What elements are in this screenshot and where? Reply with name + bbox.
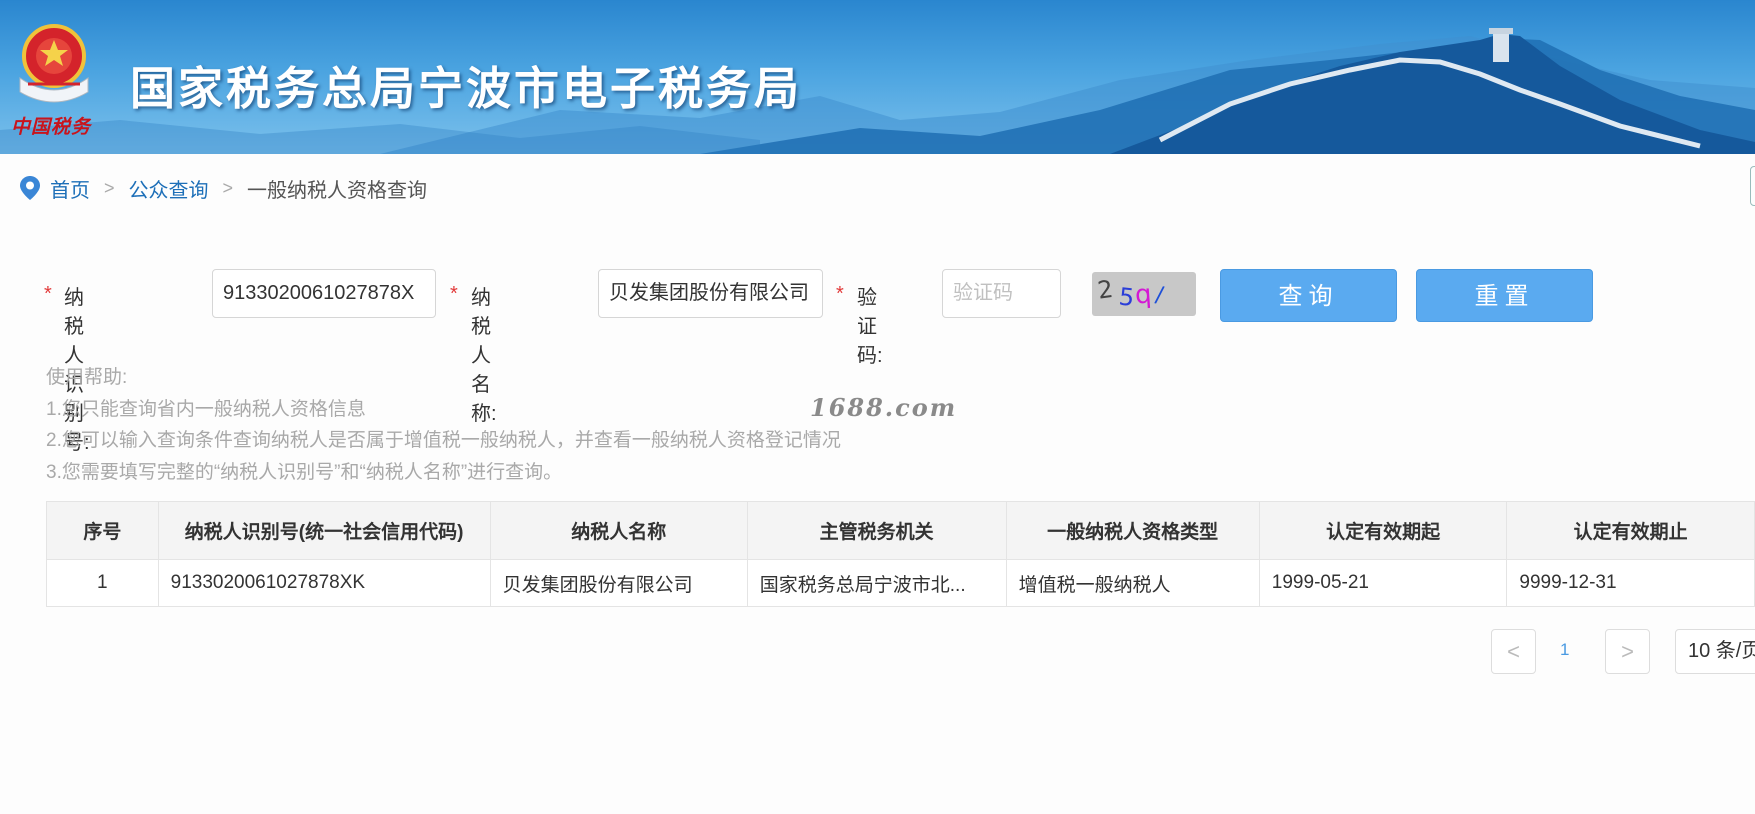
breadcrumb-home-link[interactable]: 首页 [50,174,90,203]
tax-logo-text: 中国税务 [11,116,92,138]
breadcrumb-separator: > [104,177,115,198]
help-line: 1.您只能查询省内一般纳税人资格信息 [46,398,366,420]
taxpayer-name-input[interactable]: 贝发集团股份有限公司 [598,269,823,318]
page-size-select[interactable]: 10 条/页 [1675,629,1755,674]
column-header: 纳税人识别号(统一社会信用代码) [157,501,491,560]
required-mark: * [44,283,52,305]
svg-text:q: q [1134,279,1153,310]
help-line: 2.您可以输入查询条件查询纳税人是否属于增值税一般纳税人，并查看一般纳税人资格登… [46,430,841,451]
cell-index: 1 [46,559,159,607]
svg-text:/: / [1154,282,1166,308]
captcha-placeholder: 验证码 [953,282,1013,304]
cell-valid-from: 1999-05-21 [1258,559,1508,607]
help-line: 3.您需要填写完整的“纳税人识别号”和“纳税人名称”进行查询。 [46,461,563,483]
taxpayer-id-value: 9133020061027878X [223,282,415,304]
required-mark: * [450,283,458,305]
captcha-input[interactable]: 验证码 [942,269,1061,318]
taxpayer-id-input[interactable]: 9133020061027878X [212,269,436,318]
captcha-glyphs: 2 5 q / [1096,275,1166,312]
captcha-image[interactable]: 2 5 q / [1092,272,1196,316]
breadcrumb-public-query-link[interactable]: 公众查询 [129,174,209,203]
help-title: 使用帮助: [46,367,128,388]
page-number-current[interactable]: 1 [1560,640,1569,660]
column-header: 一般纳税人资格类型 [1005,501,1260,560]
cell-qualification-type: 增值税一般纳税人 [1005,559,1260,607]
cell-taxpayer-id: 9133020061027878XK [157,559,491,607]
breadcrumb-current: 一般纳税人资格查询 [247,179,428,202]
results-table: 序号 纳税人识别号(统一社会信用代码) 纳税人名称 主管税务机关 一般纳税人资格… [46,501,1755,607]
cell-tax-authority: 国家税务总局宁波市北... [746,559,1007,607]
cell-valid-to: 9999-12-31 [1506,559,1755,607]
edge-control[interactable] [1750,166,1755,206]
prev-page-button[interactable]: < [1491,629,1536,674]
table-row[interactable]: 1 9133020061027878XK 贝发集团股份有限公司 国家税务总局宁波… [46,559,1755,607]
column-header: 序号 [46,501,159,560]
location-pin-icon [20,176,40,200]
taxpayer-name-value: 贝发集团股份有限公司 [609,282,809,304]
page-size-value: 10 条/页 [1688,640,1755,662]
svg-text:2: 2 [1096,275,1115,305]
required-mark: * [836,283,844,305]
column-header: 主管税务机关 [746,501,1007,560]
breadcrumb-separator: > [222,177,234,198]
site-title: 国家税务总局宁波市电子税务局 [130,62,803,115]
usage-help: 使用帮助: 1.您只能查询省内一般纳税人资格信息 2.您可以输入查询条件查询纳税… [46,362,841,488]
table-header-row: 序号 纳税人识别号(统一社会信用代码) 纳税人名称 主管税务机关 一般纳税人资格… [46,501,1755,560]
query-button[interactable]: 查询 [1220,269,1397,322]
svg-text:5: 5 [1117,282,1135,311]
breadcrumb: 首页 > 公众查询 > 一般纳税人资格查询 [20,174,427,202]
reset-button[interactable]: 重置 [1416,269,1593,322]
captcha-label: 验证码: [857,287,883,367]
next-page-button[interactable]: > [1605,629,1650,674]
column-header: 纳税人名称 [489,501,748,560]
cell-taxpayer-name: 贝发集团股份有限公司 [489,559,748,607]
column-header: 认定有效期止 [1506,501,1755,560]
watermark: 1688.com [810,393,958,422]
tax-emblem-icon [19,24,89,103]
site-banner: 中国税务 国家税务总局宁波市电子税务局 [0,0,1755,154]
column-header: 认定有效期起 [1258,501,1508,560]
